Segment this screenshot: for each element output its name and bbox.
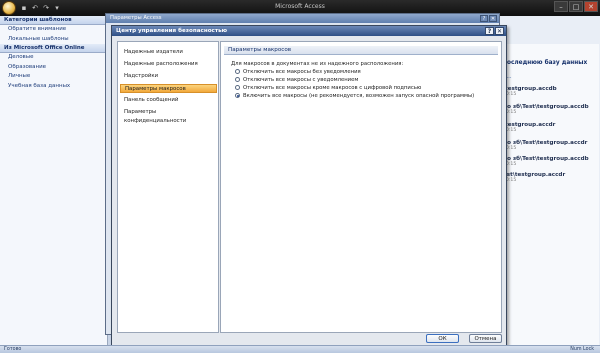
- recent-item[interactable]: ло зб\Test\testgroup.accdb 20:15: [503, 156, 589, 167]
- status-bar: Готово Num Lock: [0, 345, 600, 353]
- num-lock-indicator: Num Lock: [570, 347, 594, 352]
- recent-item[interactable]: \testgroup.accdr 20:15: [503, 122, 555, 133]
- category-sample-database[interactable]: Учебная база данных: [0, 82, 107, 92]
- radio-button[interactable]: [235, 77, 240, 82]
- recent-item[interactable]: \testgroup.accdb 20:15: [503, 86, 557, 97]
- radio-button-selected[interactable]: [235, 93, 240, 98]
- help-button[interactable]: ?: [480, 15, 488, 22]
- status-text: Готово: [4, 347, 22, 352]
- category-personal[interactable]: Личные: [0, 72, 107, 82]
- nav-trusted-locations[interactable]: Надежные расположения: [120, 60, 217, 69]
- window-controls: – □ ✕: [554, 1, 598, 12]
- maximize-button[interactable]: □: [569, 1, 583, 12]
- nav-trusted-publishers[interactable]: Надежные издатели: [120, 48, 217, 57]
- access-options-title: Параметры Access: [110, 15, 162, 21]
- trust-center-nav: Надежные издатели Надежные расположения …: [117, 41, 219, 333]
- trust-center-title: Центр управления безопасностью: [116, 28, 228, 34]
- recent-item-date: 20:15: [503, 110, 517, 115]
- recent-item-date: 20:15: [503, 178, 517, 183]
- category-business[interactable]: Деловые: [0, 53, 107, 63]
- option-label: Отключить все макросы кроме макросов с ц…: [243, 84, 422, 91]
- recent-item[interactable]: ло зб\Test\testgroup.accdb 20:15: [503, 104, 589, 115]
- trust-center-dialog: Центр управления безопасностью ? ✕ Надеж…: [111, 25, 507, 347]
- category-featured[interactable]: Обратите внимание: [0, 25, 107, 35]
- category-education[interactable]: Образование: [0, 63, 107, 73]
- option-label: Отключить все макросы с уведомлением: [243, 76, 359, 83]
- option-enable-all-macros[interactable]: Включить все макросы (не рекомендуется, …: [235, 92, 474, 99]
- online-templates-header: Из Microsoft Office Online: [0, 44, 107, 53]
- radio-button[interactable]: [235, 85, 240, 90]
- option-disable-no-notification[interactable]: Отключить все макросы без уведомления: [235, 68, 361, 75]
- macro-settings-intro: Для макросов в документах не из надежног…: [231, 61, 404, 67]
- dialog-footer: ОК Отмена: [112, 332, 506, 346]
- nav-add-ins[interactable]: Надстройки: [120, 72, 217, 81]
- macro-settings-header: Параметры макросов: [224, 46, 498, 55]
- radio-button[interactable]: [235, 69, 240, 74]
- recent-databases-header: последнюю базу данных: [503, 60, 588, 66]
- close-button[interactable]: ✕: [584, 1, 598, 12]
- ok-button[interactable]: ОК: [426, 334, 459, 343]
- template-categories-header: Категории шаблонов: [0, 16, 107, 25]
- recent-databases-pane: последнюю базу данных е... \testgroup.ac…: [499, 44, 599, 345]
- recent-item[interactable]: est\testgroup.accdr 20:15: [503, 172, 565, 183]
- cancel-button[interactable]: Отмена: [469, 334, 502, 343]
- close-icon[interactable]: ✕: [495, 27, 504, 35]
- recent-item-date: 20:15: [503, 146, 517, 151]
- app-title: Microsoft Access: [275, 3, 325, 10]
- trust-center-titlebar: Центр управления безопасностью ? ✕: [112, 26, 506, 36]
- recent-item-date: 20:15: [503, 162, 517, 167]
- access-options-titlebar: Параметры Access ? ✕: [106, 14, 499, 23]
- category-local-templates[interactable]: Локальные шаблоны: [0, 35, 107, 45]
- recent-item[interactable]: ло зб\Test\testgroup.accdr 20:15: [503, 140, 587, 151]
- option-disable-with-notification[interactable]: Отключить все макросы с уведомлением: [235, 76, 358, 83]
- access-options-controls: ? ✕: [480, 15, 497, 22]
- minimize-button[interactable]: –: [554, 1, 568, 12]
- nav-macro-settings[interactable]: Параметры макросов: [120, 84, 217, 93]
- option-disable-except-signed[interactable]: Отключить все макросы кроме макросов с ц…: [235, 84, 421, 91]
- recent-item-date: 20:15: [503, 92, 517, 97]
- help-icon[interactable]: ?: [485, 27, 494, 35]
- dialog-close-button[interactable]: ✕: [489, 15, 497, 22]
- nav-message-bar[interactable]: Панель сообщений: [120, 96, 217, 105]
- macro-settings-panel: Параметры макросов Для макросов в докуме…: [220, 41, 502, 333]
- template-categories-pane: Категории шаблонов Обратите внимание Лок…: [0, 16, 108, 345]
- option-label: Отключить все макросы без уведомления: [243, 68, 361, 75]
- nav-privacy-options[interactable]: Параметры конфиденциальности: [120, 108, 217, 124]
- recent-item-date: 20:15: [503, 128, 517, 133]
- trust-center-controls: ? ✕: [485, 27, 504, 35]
- option-label: Включить все макросы (не рекомендуется, …: [243, 92, 475, 99]
